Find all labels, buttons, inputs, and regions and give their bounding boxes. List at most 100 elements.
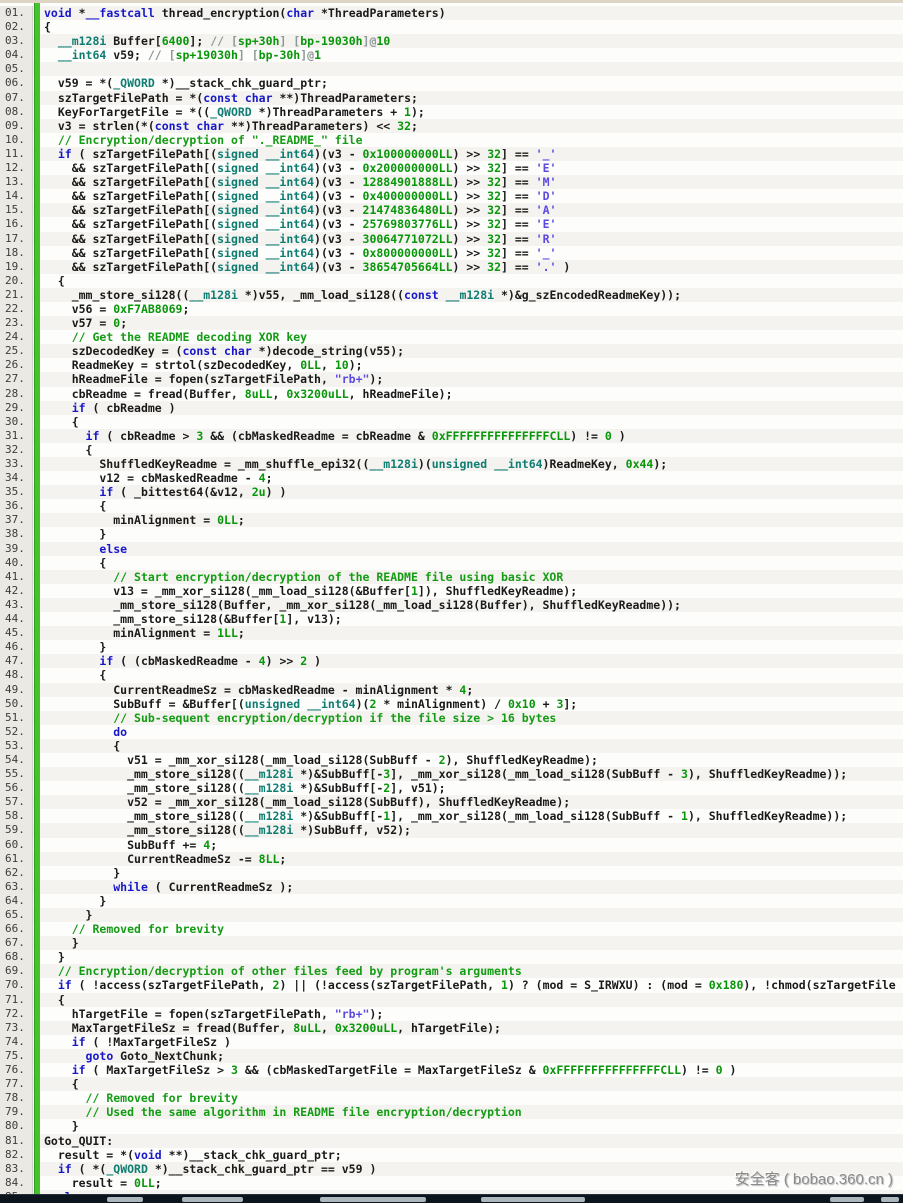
code-line[interactable]: 28. cbReadme = fread(Buffer, 8uLL, 0x320… bbox=[0, 387, 903, 401]
code-line[interactable]: 53. { bbox=[0, 739, 903, 753]
code-text: } bbox=[33, 1119, 903, 1133]
code-text: SubBuff += 4; bbox=[33, 838, 903, 852]
code-line[interactable]: 78. // Removed for brevity bbox=[0, 1091, 903, 1105]
code-line[interactable]: 07. szTargetFilePath = *(const char **)T… bbox=[0, 91, 903, 105]
code-text: { bbox=[33, 1077, 903, 1091]
code-line[interactable]: 68. } bbox=[0, 950, 903, 964]
code-line[interactable]: 01.void *__fastcall thread_encryption(ch… bbox=[0, 6, 903, 20]
code-line[interactable]: 62. } bbox=[0, 866, 903, 880]
code-line[interactable]: 80. } bbox=[0, 1119, 903, 1133]
code-line[interactable]: 82. result = *(void **)__stack_chk_guard… bbox=[0, 1148, 903, 1162]
line-number: 27. bbox=[0, 372, 33, 386]
code-line[interactable]: 29. if ( cbReadme ) bbox=[0, 401, 903, 415]
line-number: 58. bbox=[0, 809, 33, 823]
code-text: } bbox=[33, 866, 903, 880]
code-line[interactable]: 41. // Start encryption/decryption of th… bbox=[0, 570, 903, 584]
line-number: 42. bbox=[0, 584, 33, 598]
code-line[interactable]: 47. if ( (cbMaskedReadme - 4) >> 2 ) bbox=[0, 654, 903, 668]
code-line[interactable]: 45. minAlignment = 1LL; bbox=[0, 626, 903, 640]
code-line[interactable]: 39. else bbox=[0, 542, 903, 556]
code-text: v51 = _mm_xor_si128(_mm_load_si128(SubBu… bbox=[33, 753, 903, 767]
code-line[interactable]: 73. MaxTargetFileSz = fread(Buffer, 8uLL… bbox=[0, 1021, 903, 1035]
code-line[interactable]: 24. // Get the README decoding XOR key bbox=[0, 330, 903, 344]
code-line[interactable]: 66. // Removed for brevity bbox=[0, 922, 903, 936]
code-line[interactable]: 10. // Encryption/decryption of "._READM… bbox=[0, 133, 903, 147]
code-line[interactable]: 69. // Encryption/decryption of other fi… bbox=[0, 964, 903, 978]
code-line[interactable]: 38. } bbox=[0, 527, 903, 541]
code-line[interactable]: 54. v51 = _mm_xor_si128(_mm_load_si128(S… bbox=[0, 753, 903, 767]
code-line[interactable]: 08. KeyForTargetFile = *((_QWORD *)Threa… bbox=[0, 105, 903, 119]
code-line[interactable]: 02.{ bbox=[0, 20, 903, 34]
code-line[interactable]: 05. bbox=[0, 62, 903, 76]
code-line[interactable]: 58. _mm_store_si128((__m128i *)&SubBuff[… bbox=[0, 809, 903, 823]
code-line[interactable]: 76. if ( MaxTargetFileSz > 3 && (cbMaske… bbox=[0, 1063, 903, 1077]
code-line[interactable]: 59. _mm_store_si128((__m128i *)SubBuff, … bbox=[0, 823, 903, 837]
line-number: 50. bbox=[0, 697, 33, 711]
line-number: 81. bbox=[0, 1134, 33, 1148]
code-line[interactable]: 57. v52 = _mm_xor_si128(_mm_load_si128(S… bbox=[0, 795, 903, 809]
code-text: && szTargetFilePath[(signed __int64)(v3 … bbox=[33, 232, 903, 246]
code-line[interactable]: 61. CurrentReadmeSz -= 8LL; bbox=[0, 852, 903, 866]
code-line[interactable]: 46. } bbox=[0, 640, 903, 654]
code-line[interactable]: 31. if ( cbReadme > 3 && (cbMaskedReadme… bbox=[0, 429, 903, 443]
code-line[interactable]: 75. goto Goto_NextChunk; bbox=[0, 1049, 903, 1063]
code-line[interactable]: 36. { bbox=[0, 499, 903, 513]
code-listing[interactable]: 01.void *__fastcall thread_encryption(ch… bbox=[0, 6, 903, 1203]
code-text: _mm_store_si128(Buffer, _mm_xor_si128(_m… bbox=[33, 598, 903, 612]
code-line[interactable]: 67. } bbox=[0, 936, 903, 950]
code-line[interactable]: 37. minAlignment = 0LL; bbox=[0, 513, 903, 527]
code-line[interactable]: 12. && szTargetFilePath[(signed __int64)… bbox=[0, 161, 903, 175]
code-line[interactable]: 60. SubBuff += 4; bbox=[0, 838, 903, 852]
code-line[interactable]: 33. ShuffledKeyReadme = _mm_shuffle_epi3… bbox=[0, 457, 903, 471]
code-line[interactable]: 06. v59 = *(_QWORD *)__stack_chk_guard_p… bbox=[0, 76, 903, 90]
code-line[interactable]: 79. // Used the same algorithm in README… bbox=[0, 1105, 903, 1119]
code-line[interactable]: 26. ReadmeKey = strtol(szDecodedKey, 0LL… bbox=[0, 358, 903, 372]
code-line[interactable]: 56. _mm_store_si128((__m128i *)&SubBuff[… bbox=[0, 781, 903, 795]
code-line[interactable]: 44. _mm_store_si128(&Buffer[1], v13); bbox=[0, 612, 903, 626]
code-line[interactable]: 27. hReadmeFile = fopen(szTargetFilePath… bbox=[0, 372, 903, 386]
code-line[interactable]: 65. } bbox=[0, 908, 903, 922]
line-number: 67. bbox=[0, 936, 33, 950]
code-line[interactable]: 03. __m128i Buffer[6400]; // [sp+30h] [b… bbox=[0, 34, 903, 48]
code-line[interactable]: 34. v12 = cbMaskedReadme - 4; bbox=[0, 471, 903, 485]
code-line[interactable]: 11. if ( szTargetFilePath[(signed __int6… bbox=[0, 147, 903, 161]
bottom-scrollbar[interactable] bbox=[0, 1194, 903, 1203]
code-line[interactable]: 40. { bbox=[0, 556, 903, 570]
code-line[interactable]: 55. _mm_store_si128((__m128i *)&SubBuff[… bbox=[0, 767, 903, 781]
code-line[interactable]: 71. { bbox=[0, 993, 903, 1007]
code-line[interactable]: 42. v13 = _mm_xor_si128(_mm_load_si128(&… bbox=[0, 584, 903, 598]
code-line[interactable]: 23. v57 = 0; bbox=[0, 316, 903, 330]
code-line[interactable]: 74. if ( !MaxTargetFileSz ) bbox=[0, 1035, 903, 1049]
code-line[interactable]: 21. _mm_store_si128((__m128i *)v55, _mm_… bbox=[0, 288, 903, 302]
code-line[interactable]: 50. SubBuff = &Buffer[(unsigned __int64)… bbox=[0, 697, 903, 711]
code-line[interactable]: 15. && szTargetFilePath[(signed __int64)… bbox=[0, 203, 903, 217]
code-line[interactable]: 32. { bbox=[0, 443, 903, 457]
code-line[interactable]: 09. v3 = strlen(*(const char **)ThreadPa… bbox=[0, 119, 903, 133]
code-line[interactable]: 16. && szTargetFilePath[(signed __int64)… bbox=[0, 217, 903, 231]
code-text: CurrentReadmeSz = cbMaskedReadme - minAl… bbox=[33, 683, 903, 697]
code-line[interactable]: 20. { bbox=[0, 274, 903, 288]
code-line[interactable]: 49. CurrentReadmeSz = cbMaskedReadme - m… bbox=[0, 683, 903, 697]
code-line[interactable]: 04. __int64 v59; // [sp+19030h] [bp-30h]… bbox=[0, 48, 903, 62]
code-line[interactable]: 48. { bbox=[0, 668, 903, 682]
code-text: if ( szTargetFilePath[(signed __int64)(v… bbox=[33, 147, 903, 161]
code-line[interactable]: 43. _mm_store_si128(Buffer, _mm_xor_si12… bbox=[0, 598, 903, 612]
code-line[interactable]: 17. && szTargetFilePath[(signed __int64)… bbox=[0, 232, 903, 246]
code-line[interactable]: 14. && szTargetFilePath[(signed __int64)… bbox=[0, 189, 903, 203]
code-line[interactable]: 72. hTargetFile = fopen(szTargetFilePath… bbox=[0, 1007, 903, 1021]
code-line[interactable]: 64. } bbox=[0, 894, 903, 908]
code-line[interactable]: 63. while ( CurrentReadmeSz ); bbox=[0, 880, 903, 894]
code-line[interactable]: 35. if ( _bittest64(&v12, 2u) ) bbox=[0, 485, 903, 499]
code-line[interactable]: 51. // Sub-sequent encryption/decryption… bbox=[0, 711, 903, 725]
code-line[interactable]: 18. && szTargetFilePath[(signed __int64)… bbox=[0, 246, 903, 260]
code-line[interactable]: 13. && szTargetFilePath[(signed __int64)… bbox=[0, 175, 903, 189]
code-line[interactable]: 77. { bbox=[0, 1077, 903, 1091]
code-line[interactable]: 81.Goto_QUIT: bbox=[0, 1134, 903, 1148]
code-line[interactable]: 22. v56 = 0xF7AB8069; bbox=[0, 302, 903, 316]
line-number: 62. bbox=[0, 866, 33, 880]
code-line[interactable]: 70. if ( !access(szTargetFilePath, 2) ||… bbox=[0, 978, 903, 992]
code-line[interactable]: 52. do bbox=[0, 725, 903, 739]
code-line[interactable]: 30. { bbox=[0, 415, 903, 429]
code-line[interactable]: 19. && szTargetFilePath[(signed __int64)… bbox=[0, 260, 903, 274]
code-line[interactable]: 25. szDecodedKey = (const char *)decode_… bbox=[0, 344, 903, 358]
